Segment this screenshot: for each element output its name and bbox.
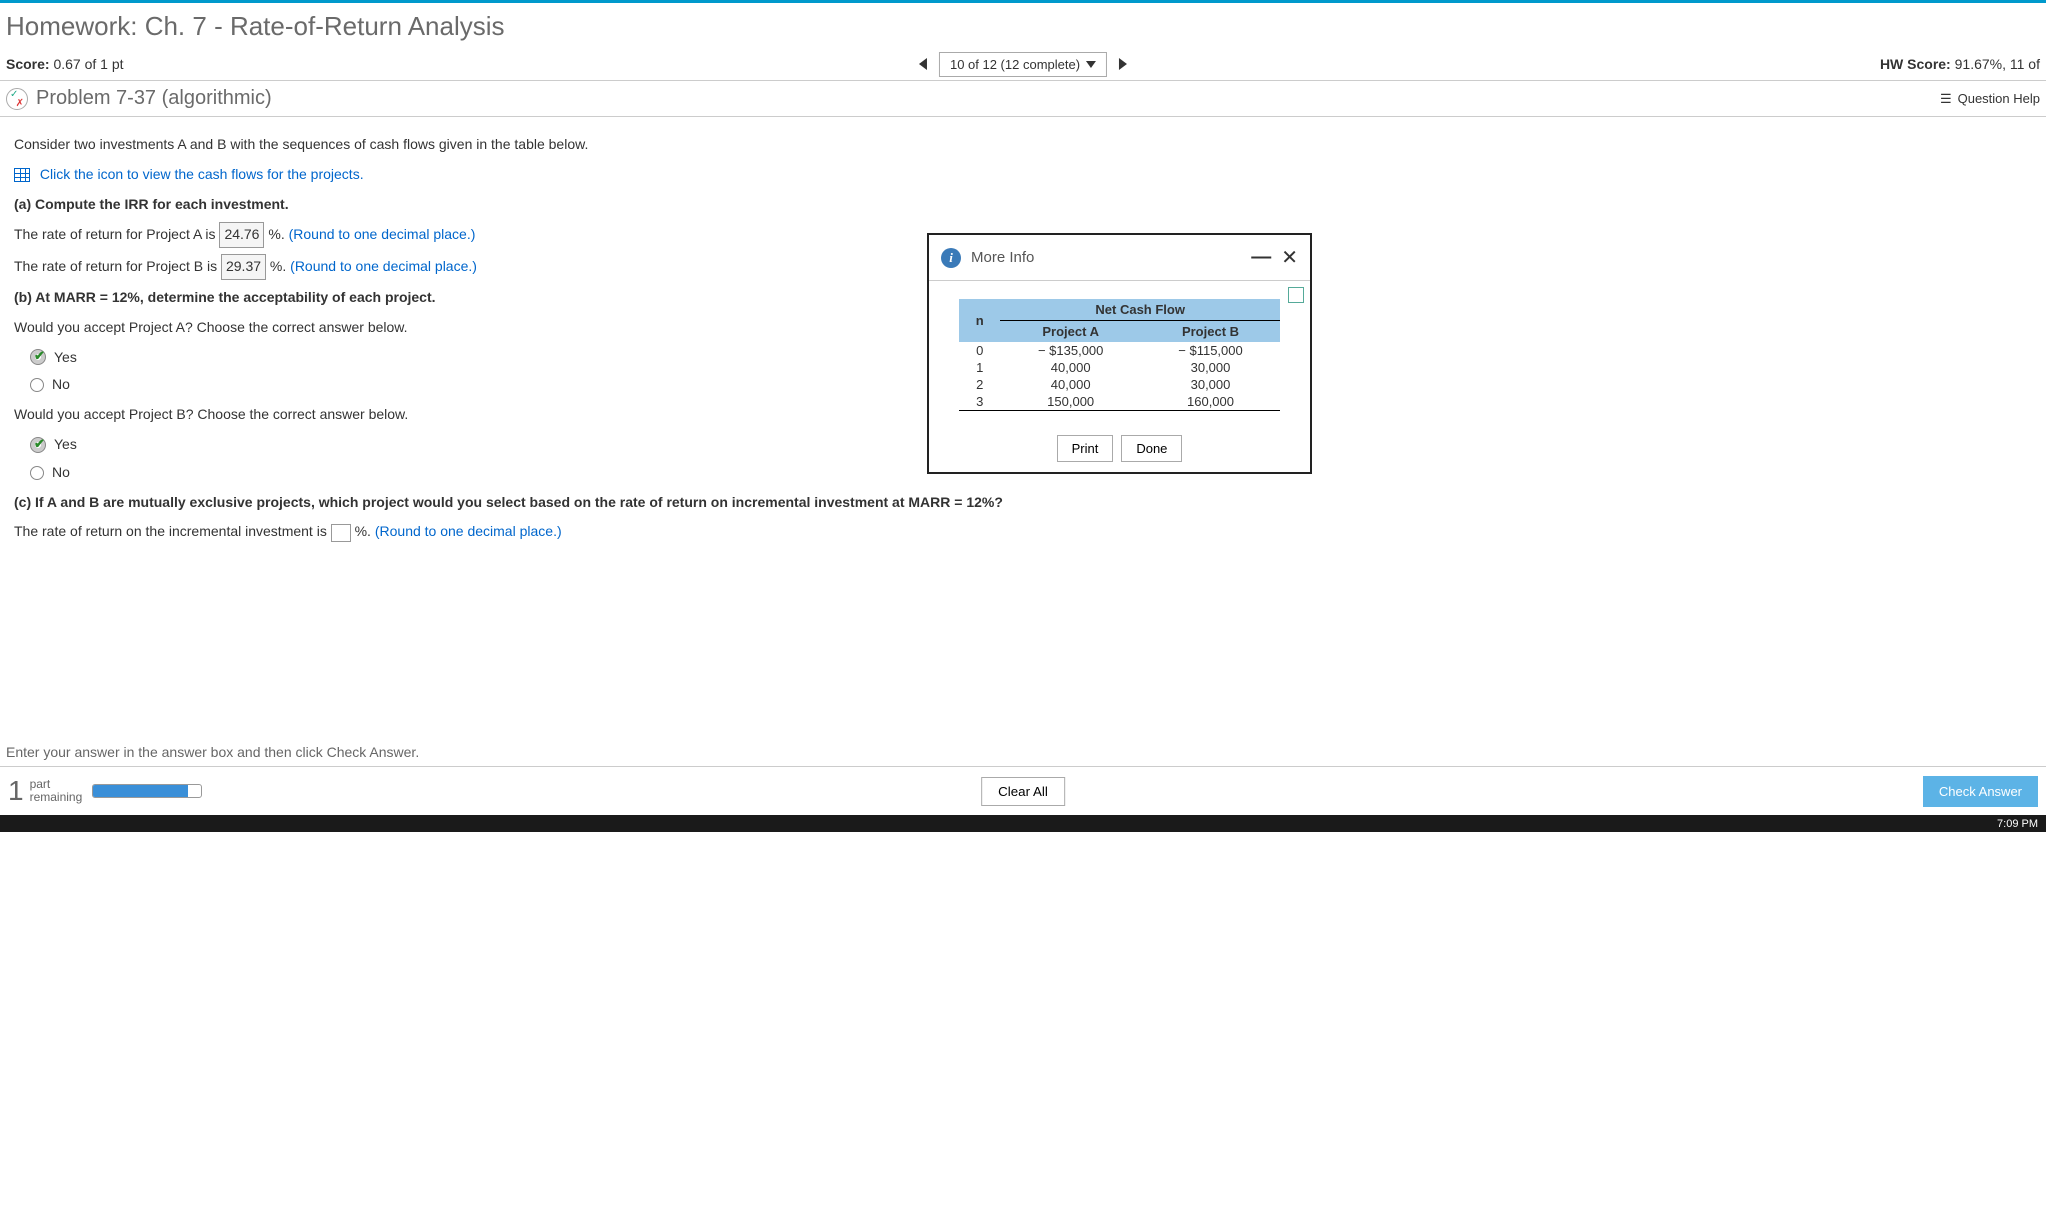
radio-checked-icon: [30, 437, 46, 453]
print-button[interactable]: Print: [1057, 435, 1114, 462]
popup-body: nNet Cash Flow Project AProject B 0− $13…: [929, 281, 1310, 425]
table-row: 0− $135,000− $115,000: [959, 342, 1280, 359]
score-label: Score: 0.67 of 1 pt: [6, 56, 124, 72]
bottom-area: Enter your answer in the answer box and …: [0, 738, 2046, 815]
status-icon: [6, 88, 28, 110]
chevron-down-icon: [1086, 61, 1096, 68]
table-row: 240,00030,000: [959, 376, 1280, 393]
enter-hint: Enter your answer in the answer box and …: [0, 738, 2046, 766]
question-nav: 10 of 12 (12 complete): [911, 52, 1135, 77]
check-answer-button[interactable]: Check Answer: [1923, 776, 2038, 807]
parts-remaining-count: 1: [8, 775, 24, 807]
next-question-button[interactable]: [1111, 52, 1135, 76]
incr-line: The rate of return on the incremental in…: [14, 520, 2032, 544]
chevron-left-icon: [919, 58, 927, 70]
part-c-label: (c) If A and B are mutually exclusive pr…: [14, 491, 2032, 515]
question-help-button[interactable]: ☰ Question Help: [1940, 91, 2040, 107]
table-row: 3150,000160,000: [959, 393, 1280, 411]
question-selector-dropdown[interactable]: 10 of 12 (12 complete): [939, 52, 1107, 77]
problem-row: Problem 7-37 (algorithmic) ☰ Question He…: [0, 81, 2046, 117]
popup-title: More Info: [971, 249, 1034, 266]
info-icon: i: [941, 248, 961, 268]
table-row: 140,00030,000: [959, 359, 1280, 376]
answer-c-input[interactable]: [331, 524, 351, 542]
radio-icon: [30, 378, 44, 392]
hw-score: HW Score: 91.67%, 11 of: [1880, 56, 2040, 72]
table-icon: [14, 168, 30, 182]
radio-icon: [30, 466, 44, 480]
footer-bar: 1 part remaining Clear All Check Answer: [0, 766, 2046, 815]
clear-all-button[interactable]: Clear All: [981, 777, 1065, 806]
list-icon: ☰: [1940, 91, 1952, 107]
copy-icon[interactable]: [1288, 287, 1304, 303]
more-info-popup: i More Info — ✕ nNet Cash Flow Project A…: [927, 233, 1312, 474]
part-a-label: (a) Compute the IRR for each investment.: [14, 193, 2032, 217]
popup-header[interactable]: i More Info — ✕: [929, 235, 1310, 281]
answer-b-input[interactable]: 29.37: [221, 254, 266, 280]
minimize-button[interactable]: —: [1251, 246, 1271, 269]
taskbar[interactable]: 7:09 PM: [0, 815, 2046, 832]
done-button[interactable]: Done: [1121, 435, 1182, 462]
parts-remaining-label: part remaining: [30, 778, 83, 804]
problem-title: Problem 7-37 (algorithmic): [36, 87, 272, 110]
answer-a-input[interactable]: 24.76: [219, 222, 264, 248]
intro-text: Consider two investments A and B with th…: [14, 133, 2032, 157]
cash-flow-link[interactable]: Click the icon to view the cash flows fo…: [14, 163, 2032, 187]
score-row: Score: 0.67 of 1 pt 10 of 12 (12 complet…: [0, 56, 2046, 81]
chevron-right-icon: [1119, 58, 1127, 70]
popup-footer: Print Done: [929, 425, 1310, 472]
cash-flow-table: nNet Cash Flow Project AProject B 0− $13…: [959, 299, 1280, 411]
progress-bar: [92, 784, 202, 798]
radio-checked-icon: [30, 349, 46, 365]
prev-question-button[interactable]: [911, 52, 935, 76]
page-title: Homework: Ch. 7 - Rate-of-Return Analysi…: [0, 3, 2046, 56]
close-button[interactable]: ✕: [1281, 245, 1298, 270]
taskbar-clock: 7:09 PM: [1997, 818, 2038, 830]
